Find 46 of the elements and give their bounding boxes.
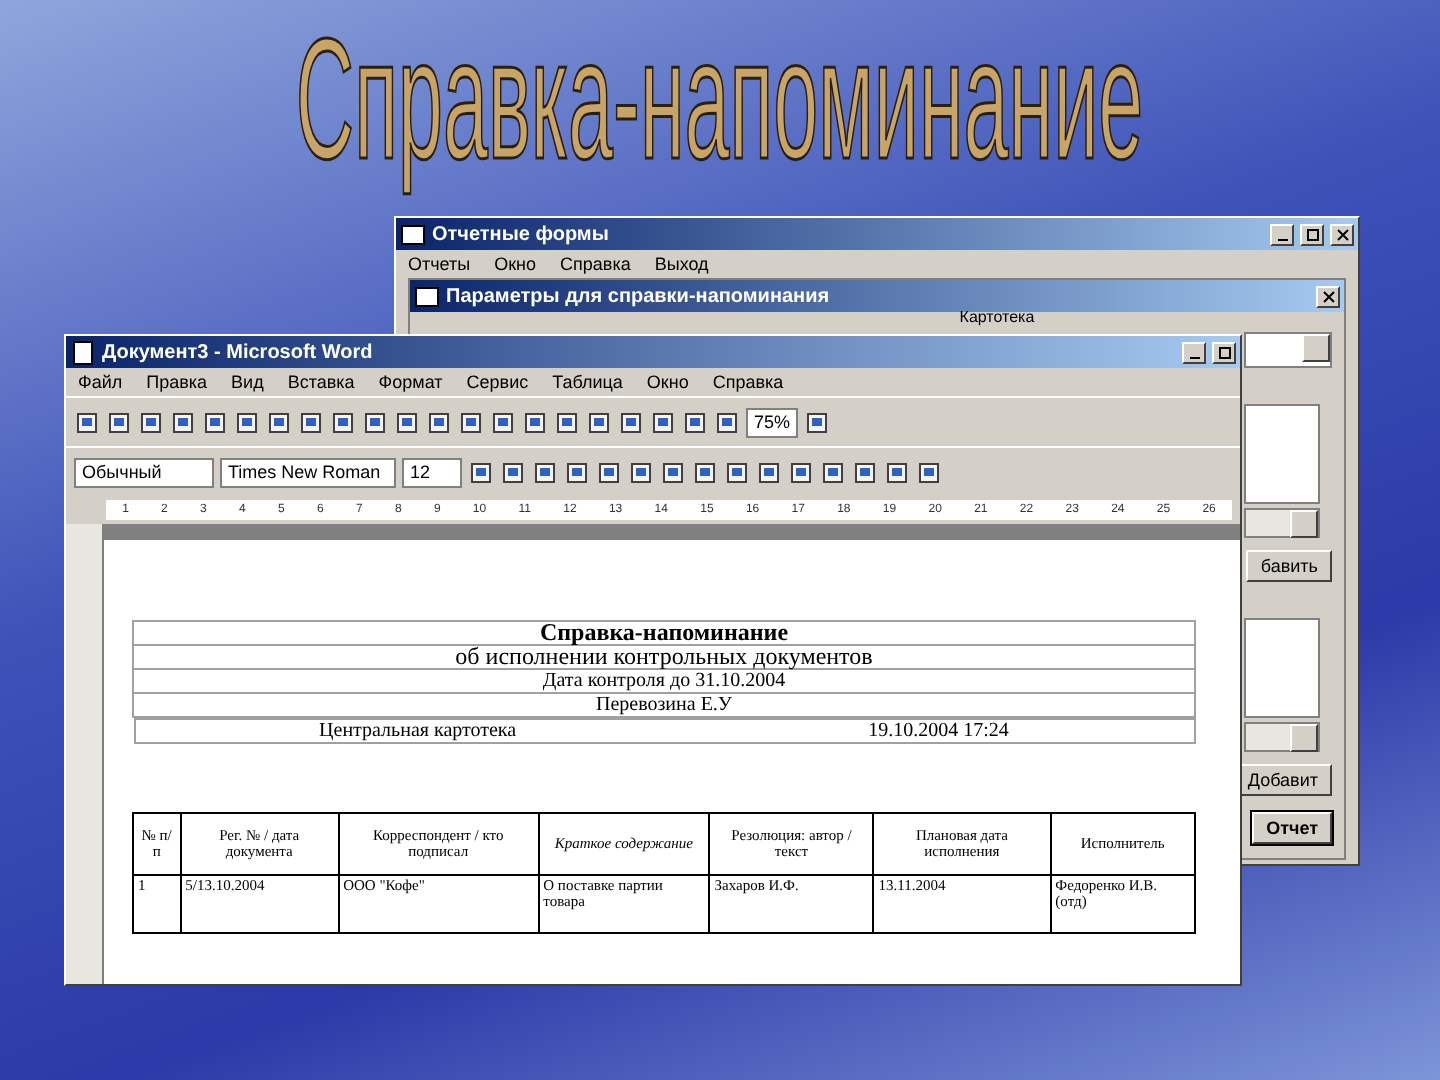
document-icon <box>70 339 96 365</box>
restore-button[interactable] <box>1212 341 1236 363</box>
menu-item[interactable]: Сервис <box>466 372 529 392</box>
zoom-field[interactable]: 75% <box>746 407 799 437</box>
group-label: Картотека <box>959 310 1035 326</box>
report-button[interactable]: Отчет <box>1252 812 1332 844</box>
style-field[interactable]: Обычный <box>74 457 214 487</box>
menu-item[interactable]: Вид <box>231 372 264 392</box>
dialog-title: Параметры для справки-напоминания <box>446 285 832 307</box>
menu-item[interactable]: Окно <box>494 254 537 274</box>
menu-item[interactable]: Справка <box>712 372 784 392</box>
list-box[interactable] <box>1244 404 1320 504</box>
menu-item[interactable]: Окно <box>646 372 689 392</box>
menu-item[interactable]: Справка <box>560 254 631 274</box>
menu-item[interactable]: Файл <box>78 372 123 392</box>
close-icon <box>1321 289 1335 303</box>
slide-title: Справка-напоминание <box>296 2 1144 200</box>
add-button[interactable]: бавить <box>1246 550 1332 582</box>
menu-item[interactable]: Правка <box>146 372 208 392</box>
menu-item[interactable]: Отчеты <box>408 254 471 274</box>
menu-item[interactable]: Вставка <box>287 372 355 392</box>
menu-item[interactable]: Таблица <box>552 372 623 392</box>
report-date: 19.10.2004 17:24 <box>868 720 1009 742</box>
scrollbar[interactable] <box>1244 722 1320 752</box>
menu-item[interactable]: Формат <box>378 372 443 392</box>
close-button[interactable] <box>1330 223 1354 245</box>
window-title: Отчетные формы <box>432 223 611 245</box>
scrollbar[interactable] <box>1244 508 1320 538</box>
report-title: Справка-напоминание <box>133 621 1195 645</box>
minimize-button[interactable] <box>1182 341 1206 363</box>
card-index-name: Центральная картотека <box>319 720 517 742</box>
font-field[interactable]: Times New Roman <box>220 457 396 487</box>
list-box[interactable] <box>1244 618 1320 718</box>
menu-item[interactable]: Выход <box>654 254 709 274</box>
close-icon <box>1335 227 1349 241</box>
minimize-button[interactable] <box>1270 223 1294 245</box>
window-icon <box>414 283 440 309</box>
window-icon <box>400 221 426 247</box>
combo-box[interactable] <box>1244 332 1332 368</box>
restore-button[interactable] <box>1300 223 1324 245</box>
size-field[interactable]: 12 <box>402 457 462 487</box>
close-button[interactable] <box>1316 285 1340 307</box>
window-title: Документ3 - Microsoft Word <box>102 341 375 363</box>
restore-icon <box>1217 345 1231 359</box>
report-subtitle: об исполнении контрольных документов <box>133 645 1195 669</box>
restore-icon <box>1305 227 1319 241</box>
